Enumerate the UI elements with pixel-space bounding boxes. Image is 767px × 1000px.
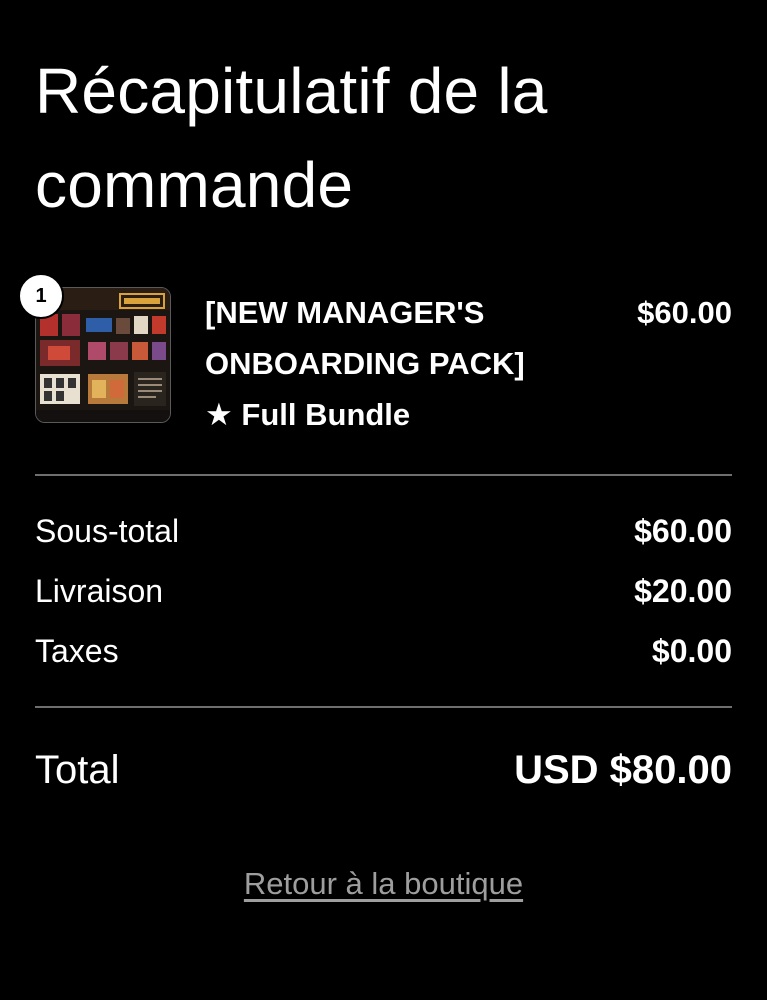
line-item: 1 [NEW MANAGER'S ONBOARDING PACK] ★ Full… <box>18 273 732 435</box>
order-summary: Récapitulatif de la commande 1 [NEW MANA… <box>18 0 732 1000</box>
subtotal-row: Sous-total $60.00 <box>35 506 732 556</box>
shipping-label: Livraison <box>35 572 164 609</box>
shipping-row: Livraison $20.00 <box>35 566 732 616</box>
page-title: Récapitulatif de la commande <box>35 55 548 221</box>
subtotal-label: Sous-total <box>35 512 180 549</box>
back-to-shop-link[interactable]: Retour à la boutique <box>35 866 732 902</box>
total-row: Total USD $80.00 <box>35 740 732 800</box>
taxes-label: Taxes <box>35 632 119 669</box>
product-variant: ★ Full Bundle <box>205 397 411 432</box>
taxes-row: Taxes $0.00 <box>35 626 732 676</box>
product-thumbnail-wrapper: 1 <box>18 273 171 423</box>
total-value: USD $80.00 <box>514 747 732 792</box>
shipping-value: $20.00 <box>634 572 732 609</box>
product-price: $60.00 <box>637 295 732 330</box>
divider <box>35 706 732 708</box>
divider <box>35 474 732 476</box>
subtotal-value: $60.00 <box>634 512 732 549</box>
total-label: Total <box>35 747 120 792</box>
taxes-value: $0.00 <box>651 632 732 669</box>
product-name: [NEW MANAGER'S ONBOARDING PACK] <box>205 295 525 381</box>
item-details: [NEW MANAGER'S ONBOARDING PACK] ★ Full B… <box>205 287 575 440</box>
quantity-badge: 1 <box>18 273 64 319</box>
